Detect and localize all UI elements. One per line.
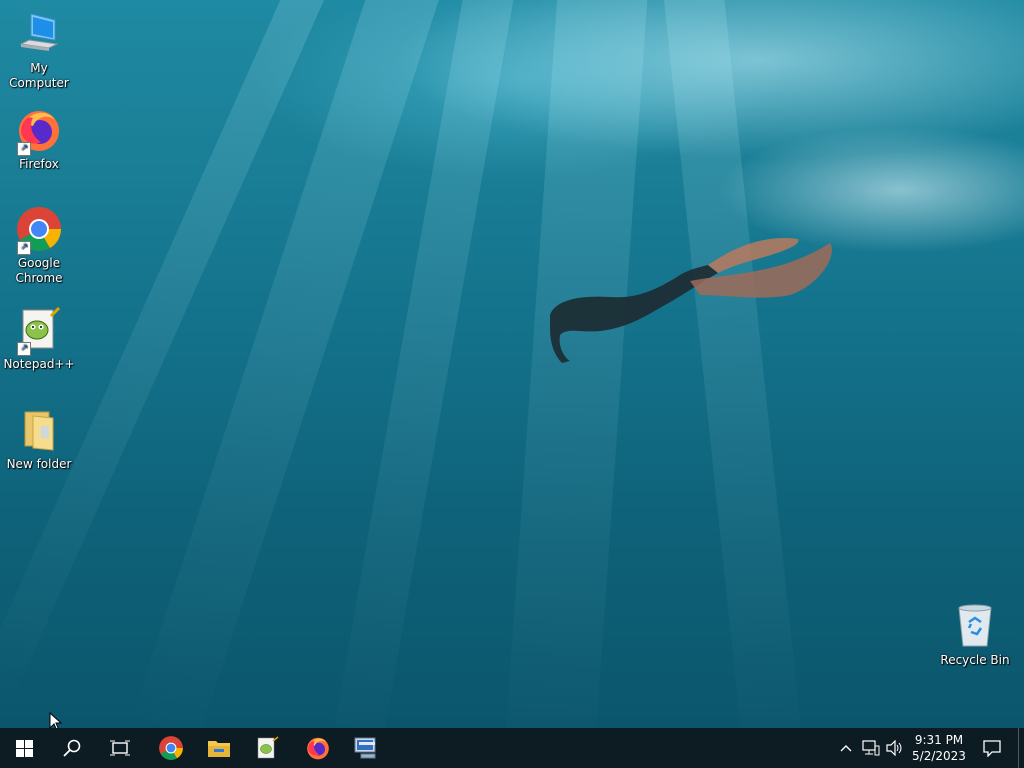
network-icon: [862, 740, 880, 756]
folder-icon: [15, 406, 63, 454]
computer-icon: [15, 10, 63, 58]
recycle-bin-icon: [951, 602, 999, 650]
firefox-icon: [307, 737, 329, 760]
remote-desktop-icon: [354, 737, 376, 759]
tray-network[interactable]: [858, 728, 884, 768]
desktop-icon-notepadpp[interactable]: ↗ Notepad++: [0, 306, 78, 372]
shortcut-arrow-icon: ↗: [17, 342, 31, 356]
desktop-wallpaper: [0, 0, 1024, 728]
taskbar-file-explorer[interactable]: [195, 728, 243, 768]
desktop-icon-new-folder[interactable]: New folder: [0, 406, 78, 472]
volume-icon: [886, 740, 902, 756]
clock-date: 5/2/2023: [912, 749, 966, 763]
desktop-icon-label: My Computer: [9, 61, 69, 90]
clock-time: 9:31 PM: [914, 733, 964, 747]
file-explorer-icon: [208, 741, 230, 757]
desktop-icon-my-computer[interactable]: My Computer: [0, 10, 78, 91]
taskbar-clock[interactable]: 9:31 PM 5/2/2023: [908, 732, 970, 764]
chevron-up-icon: [840, 745, 852, 752]
notepadpp-icon: [257, 736, 279, 759]
desktop-icon-label: New folder: [6, 457, 72, 471]
notification-icon: [983, 740, 1001, 757]
desktop-icon-label: Google Chrome: [15, 256, 63, 285]
taskbar-firefox[interactable]: [294, 728, 342, 768]
taskbar-notepadpp[interactable]: [243, 728, 291, 768]
search-button[interactable]: [48, 728, 96, 768]
firefox-icon: ↗: [15, 106, 63, 156]
desktop-icon-firefox[interactable]: ↗ Firefox: [0, 106, 78, 172]
start-button[interactable]: [0, 728, 48, 768]
chrome-icon: ↗: [15, 205, 63, 255]
tray-show-hidden-icons[interactable]: [836, 728, 856, 768]
search-icon: [63, 739, 81, 757]
desktop-icon-label: Recycle Bin: [940, 653, 1010, 667]
shortcut-arrow-icon: ↗: [17, 142, 31, 156]
task-view-icon: [110, 740, 130, 756]
chrome-icon: [159, 736, 183, 760]
freediver-silhouette: [550, 238, 832, 363]
start-icon: [15, 739, 33, 757]
taskbar-remote-desktop[interactable]: [342, 728, 390, 768]
taskbar: 9:31 PM 5/2/2023: [0, 728, 1024, 768]
show-desktop-button[interactable]: [1018, 728, 1024, 768]
desktop-icon-google-chrome[interactable]: ↗ Google Chrome: [0, 205, 78, 286]
task-view-button[interactable]: [96, 728, 144, 768]
desktop-icon-label: Firefox: [19, 157, 59, 171]
action-center-button[interactable]: [974, 728, 1010, 768]
tray-volume[interactable]: [884, 728, 906, 768]
shortcut-arrow-icon: ↗: [17, 241, 31, 255]
notepadpp-icon: ↗: [15, 306, 63, 356]
taskbar-chrome[interactable]: [147, 728, 195, 768]
desktop-icon-label: Notepad++: [3, 357, 75, 371]
desktop-icon-recycle-bin[interactable]: Recycle Bin: [936, 602, 1014, 668]
